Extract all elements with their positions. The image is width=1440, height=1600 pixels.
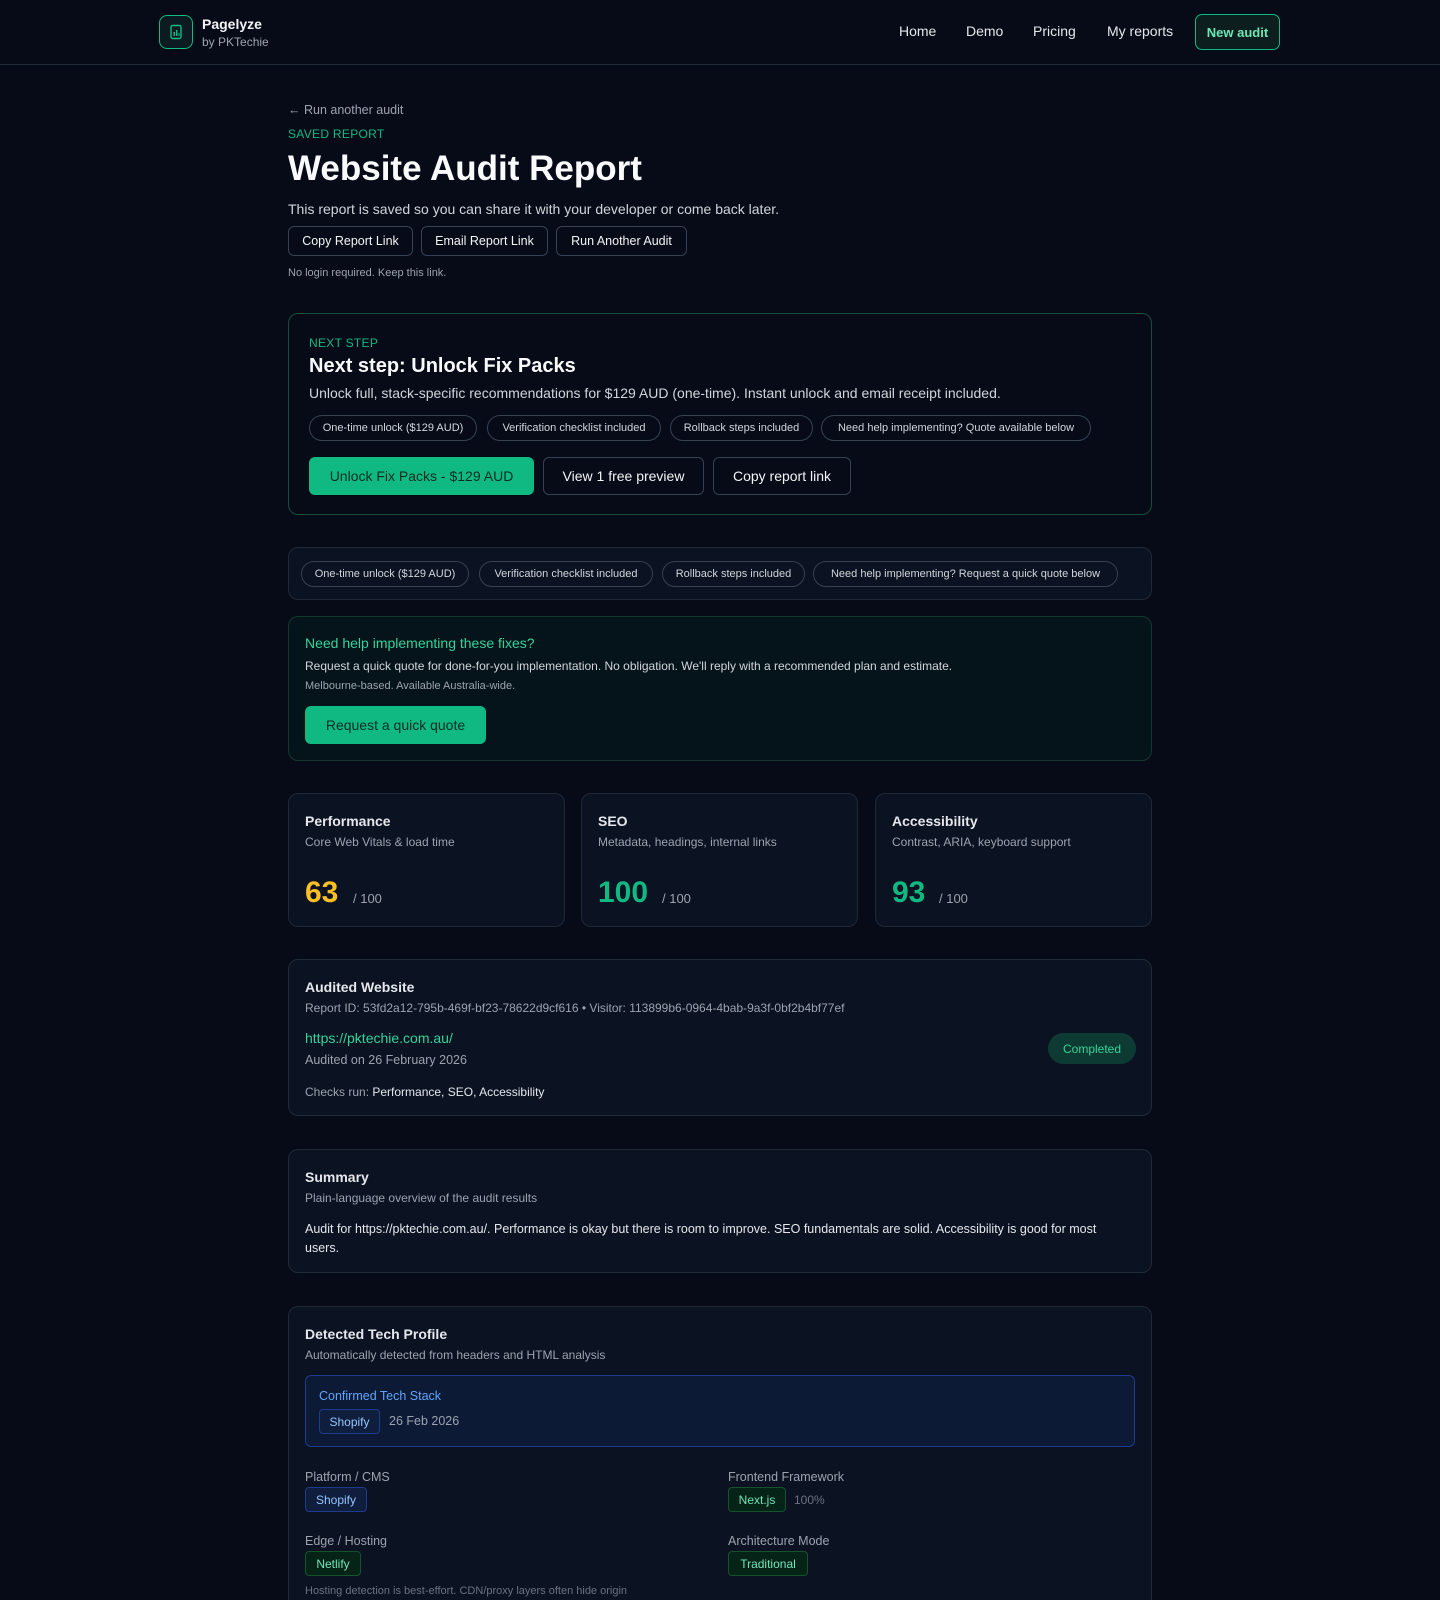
help-title: Need help implementing these fixes? (305, 635, 535, 651)
nav-my-reports[interactable]: My reports (1107, 23, 1173, 39)
pill-one-time: One-time unlock ($129 AUD) (309, 415, 477, 441)
email-report-link-button[interactable]: Email Report Link (421, 226, 548, 256)
score-title: Accessibility (892, 813, 978, 829)
score-title: Performance (305, 813, 391, 829)
help-location-note: Melbourne-based. Available Australia-wid… (305, 680, 516, 692)
status-badge: Completed (1048, 1033, 1136, 1064)
audited-date: Audited on 26 February 2026 (305, 1053, 467, 1067)
back-link[interactable]: ← Run another audit (288, 103, 403, 117)
score-subtitle: Metadata, headings, internal links (598, 835, 777, 849)
login-note: No login required. Keep this link. (288, 267, 447, 279)
frontend-label: Frontend Framework (728, 1470, 845, 1484)
summary-text: Audit for https://pktechie.com.au/. Perf… (305, 1222, 1097, 1255)
score-value: 63 (305, 876, 339, 909)
score-value: 93 (892, 876, 926, 909)
score-max: / 100 (353, 891, 382, 906)
score-subtitle: Core Web Vitals & load time (305, 835, 455, 849)
summary-card: Summary Plain-language overview of the a… (288, 1149, 1152, 1273)
next-step-card: NEXT STEP Next step: Unlock Fix Packs Un… (288, 313, 1152, 515)
confirmed-stack-tag: Shopify (319, 1409, 380, 1434)
frontend-confidence: 100% (794, 1493, 825, 1507)
logo[interactable] (159, 15, 193, 49)
nav-pricing[interactable]: Pricing (1033, 23, 1076, 39)
report-ids: Report ID: 53fd2a12-795b-469f-bf23-78622… (305, 1001, 845, 1015)
report-icon (170, 24, 182, 40)
nav-home[interactable]: Home (899, 23, 936, 39)
score-max: / 100 (939, 891, 968, 906)
confirmed-stack-date: 26 Feb 2026 (389, 1414, 460, 1428)
request-quote-button[interactable]: Request a quick quote (305, 706, 486, 744)
new-audit-button[interactable]: New audit (1195, 14, 1280, 50)
brand-name: Pagelyze (202, 16, 262, 32)
nav-demo[interactable]: Demo (966, 23, 1003, 39)
platform-label: Platform / CMS (305, 1470, 390, 1484)
audited-website-card: Audited Website Report ID: 53fd2a12-795b… (288, 959, 1152, 1116)
confirmed-stack-box: Confirmed Tech Stack Shopify 26 Feb 2026 (305, 1375, 1135, 1447)
implementation-help-card: Need help implementing these fixes? Requ… (288, 616, 1152, 761)
architecture-tag: Traditional (728, 1551, 808, 1576)
saved-report-eyebrow: SAVED REPORT (288, 127, 385, 141)
score-value: 100 (598, 876, 649, 909)
page-title: Website Audit Report (288, 149, 642, 188)
pill-rollback: Rollback steps included (670, 415, 813, 441)
brand-subtitle: by PKTechie (202, 35, 269, 49)
tech-profile-card: Detected Tech Profile Automatically dete… (288, 1306, 1152, 1600)
copy-report-link-button[interactable]: Copy Report Link (288, 226, 413, 256)
hosting-note: Hosting detection is best-effort. CDN/pr… (305, 1585, 628, 1597)
view-free-preview-button[interactable]: View 1 free preview (543, 457, 704, 495)
pill-help: Need help implementing? Quote available … (821, 415, 1091, 441)
summary-subtitle: Plain-language overview of the audit res… (305, 1191, 538, 1205)
unlock-fix-packs-button[interactable]: Unlock Fix Packs - $129 AUD (309, 457, 534, 495)
score-card-performance: Performance Core Web Vitals & load time … (288, 793, 565, 927)
score-max: / 100 (662, 891, 691, 906)
top-nav-bar: Pagelyze by PKTechie Home Demo Pricing M… (0, 0, 1440, 65)
checks-list: Performance, SEO, Accessibility (372, 1085, 545, 1099)
tech-title: Detected Tech Profile (305, 1326, 448, 1342)
page-lead: This report is saved so you can share it… (288, 201, 780, 217)
confirmed-stack-label: Confirmed Tech Stack (319, 1389, 442, 1403)
score-card-accessibility: Accessibility Contrast, ARIA, keyboard s… (875, 793, 1152, 927)
summary-title: Summary (305, 1169, 369, 1185)
pill-bar-verification: Verification checklist included (479, 561, 653, 587)
pill-verification: Verification checklist included (487, 415, 661, 441)
checks-run: Checks run: Performance, SEO, Accessibil… (305, 1085, 544, 1099)
help-desc: Request a quick quote for done-for-you i… (305, 659, 953, 673)
run-another-audit-button[interactable]: Run Another Audit (556, 226, 687, 256)
copy-report-link-secondary-button[interactable]: Copy report link (713, 457, 851, 495)
next-step-title: Next step: Unlock Fix Packs (309, 355, 576, 377)
feature-pill-bar: One-time unlock ($129 AUD) Verification … (288, 547, 1152, 600)
architecture-label: Architecture Mode (728, 1534, 830, 1548)
pill-bar-one-time: One-time unlock ($129 AUD) (301, 561, 469, 587)
next-step-eyebrow: NEXT STEP (309, 336, 379, 350)
next-step-desc: Unlock full, stack-specific recommendati… (309, 385, 1001, 401)
tech-subtitle: Automatically detected from headers and … (305, 1348, 606, 1362)
edge-label: Edge / Hosting (305, 1534, 387, 1548)
frontend-tag: Next.js (728, 1487, 786, 1512)
audited-title: Audited Website (305, 979, 415, 995)
checks-label: Checks run: (305, 1085, 373, 1099)
pill-bar-rollback: Rollback steps included (662, 561, 805, 587)
edge-tag: Netlify (305, 1551, 361, 1576)
score-title: SEO (598, 813, 628, 829)
platform-tag: Shopify (305, 1487, 367, 1512)
score-card-seo: SEO Metadata, headings, internal links 1… (581, 793, 858, 927)
pill-bar-help: Need help implementing? Request a quick … (813, 561, 1118, 587)
score-subtitle: Contrast, ARIA, keyboard support (892, 835, 1071, 849)
audited-url-link[interactable]: https://pktechie.com.au/ (305, 1030, 453, 1046)
